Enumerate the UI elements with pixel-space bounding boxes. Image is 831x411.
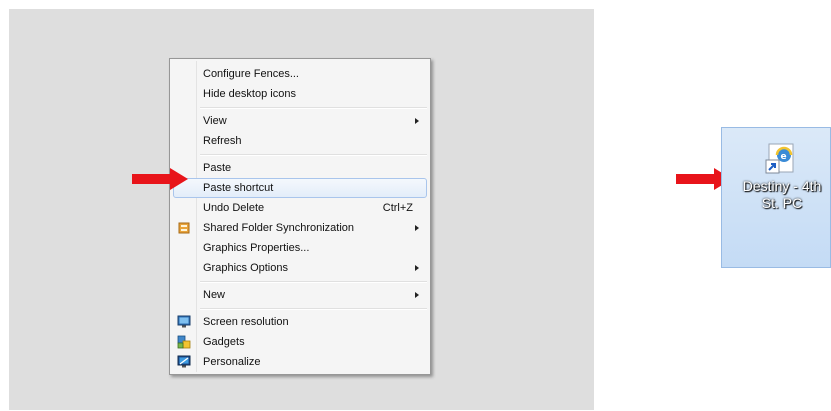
menu-item-label: New <box>203 289 226 301</box>
shortcut-label-line1: Destiny - 4th <box>742 178 822 194</box>
shortcut-label-line2: St. PC <box>761 195 803 211</box>
menu-separator <box>200 154 427 156</box>
menu-item-personalize[interactable]: Personalize <box>173 352 427 372</box>
monitor-icon <box>177 315 191 329</box>
internet-shortcut-icon: e <box>763 141 797 175</box>
menu-item-label: Graphics Options <box>203 262 288 274</box>
menu-item-view[interactable]: View <box>173 111 427 131</box>
menu-item-paste[interactable]: Paste <box>173 158 427 178</box>
menu-item-shared-folder-sync[interactable]: Shared Folder Synchronization <box>173 218 427 238</box>
menu-item-label: Shared Folder Synchronization <box>203 222 355 234</box>
menu-item-graphics-options[interactable]: Graphics Options <box>173 258 427 278</box>
menu-item-label: Hide desktop icons <box>203 88 296 100</box>
menu-item-hide-desktop-icons[interactable]: Hide desktop icons <box>173 84 427 104</box>
menu-item-label: Undo Delete <box>203 202 265 214</box>
desktop-shortcut-destiny[interactable]: e Destiny - 4th St. PC <box>721 127 831 268</box>
personalize-icon <box>177 355 191 369</box>
red-arrow-indicator-menu <box>132 168 188 190</box>
menu-item-new[interactable]: New <box>173 285 427 305</box>
menu-item-shortcut: Ctrl+Z <box>382 202 413 214</box>
menu-item-configure-fences[interactable]: Configure Fences... <box>173 64 427 84</box>
menu-item-undo-delete[interactable]: Undo Delete Ctrl+Z <box>173 198 427 218</box>
menu-item-paste-shortcut[interactable]: Paste shortcut <box>173 178 427 198</box>
menu-item-label: View <box>203 115 227 127</box>
menu-item-screen-resolution[interactable]: Screen resolution <box>173 312 427 332</box>
svg-text:e: e <box>781 152 787 162</box>
menu-item-label: Personalize <box>203 356 261 368</box>
gadgets-icon <box>177 335 191 349</box>
menu-separator <box>200 281 427 283</box>
menu-separator <box>200 308 427 310</box>
menu-item-gadgets[interactable]: Gadgets <box>173 332 427 352</box>
submenu-arrow-icon <box>415 292 419 298</box>
menu-separator <box>200 107 427 109</box>
submenu-arrow-icon <box>415 225 419 231</box>
submenu-arrow-icon <box>415 118 419 124</box>
menu-item-label: Gadgets <box>203 336 245 348</box>
menu-item-label: Paste shortcut <box>203 182 274 194</box>
menu-item-label: Screen resolution <box>203 316 289 328</box>
menu-item-label: Paste <box>203 162 232 174</box>
submenu-arrow-icon <box>415 265 419 271</box>
menu-item-refresh[interactable]: Refresh <box>173 131 427 151</box>
context-menu: Configure Fences... Hide desktop icons V… <box>169 58 431 375</box>
menu-item-graphics-properties[interactable]: Graphics Properties... <box>173 238 427 258</box>
desktop-area[interactable]: Configure Fences... Hide desktop icons V… <box>9 9 594 410</box>
sync-icon <box>177 221 191 235</box>
menu-item-label: Configure Fences... <box>203 68 299 80</box>
menu-item-label: Refresh <box>203 135 242 147</box>
menu-item-label: Graphics Properties... <box>203 242 310 254</box>
